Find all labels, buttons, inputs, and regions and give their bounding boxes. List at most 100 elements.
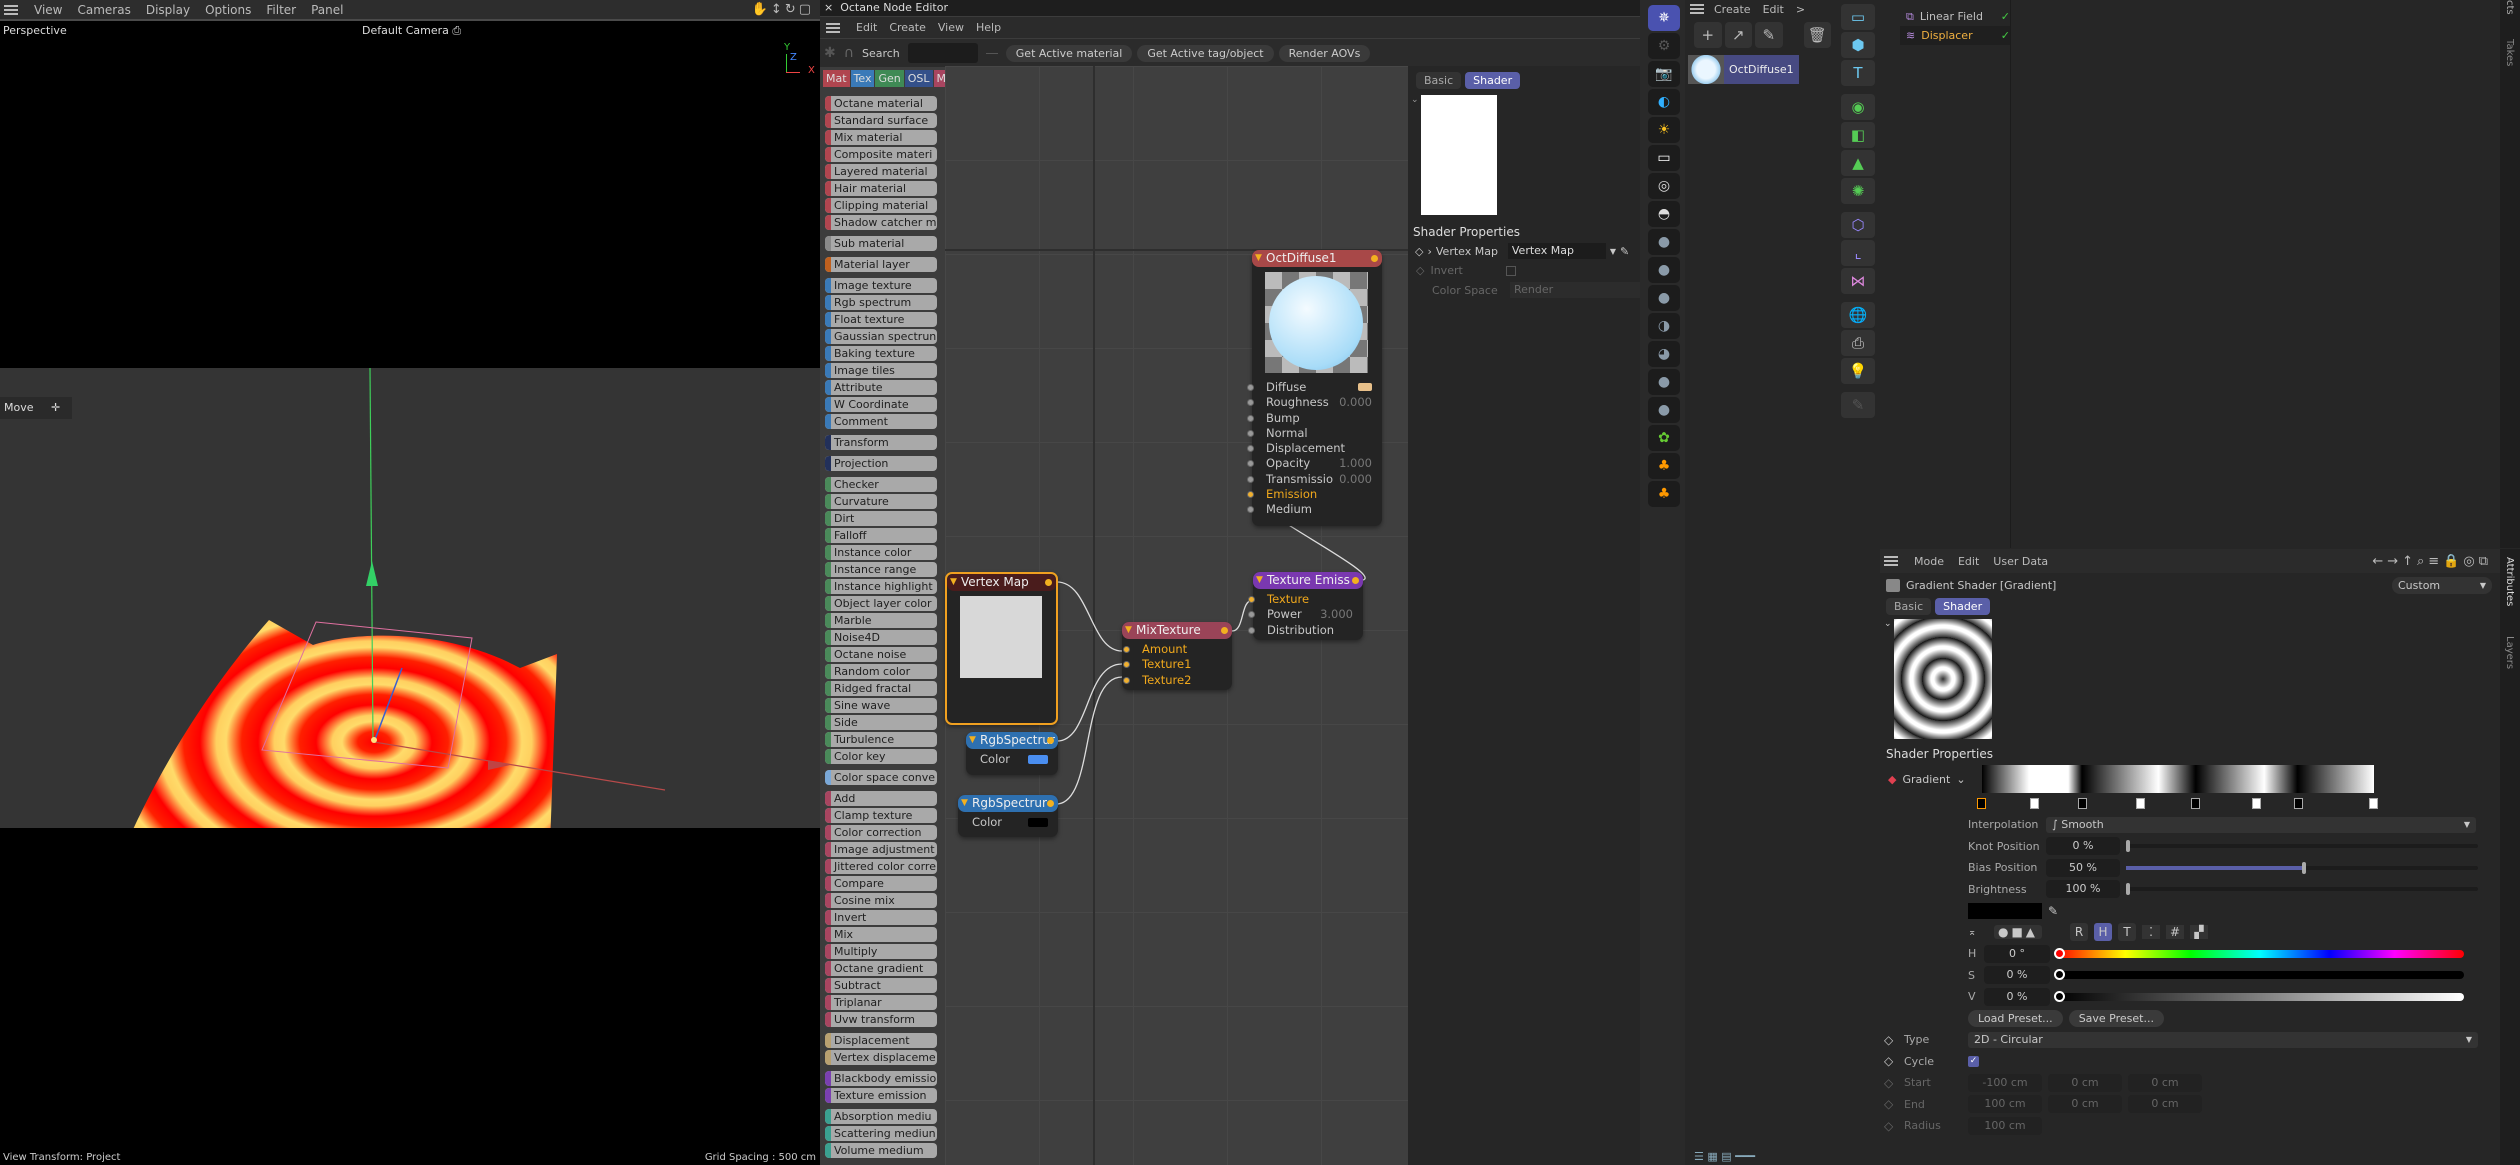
metallic-material-icon[interactable]: ◕ (1648, 341, 1680, 367)
category-tab-mat[interactable]: Mat (823, 70, 850, 87)
cube-icon[interactable]: ⬢ (1841, 32, 1875, 58)
node-list-item[interactable]: Jittered color corre (825, 859, 937, 874)
output-port[interactable] (1371, 255, 1378, 262)
object-row[interactable]: ≋ Displacer ✓ (1900, 26, 2010, 45)
port-transmissio[interactable]: Transmissio 0.000 (1247, 472, 1382, 487)
object-name[interactable]: Linear Field (1920, 10, 1983, 23)
end-field-1[interactable]: 0 cm (2048, 1095, 2122, 1114)
input-port[interactable] (1248, 611, 1255, 619)
node-header[interactable]: OctDiffuse1 (1252, 250, 1382, 267)
target-light-icon[interactable]: ◎ (1648, 173, 1680, 199)
node-list-item[interactable]: Subtract (825, 978, 937, 993)
edit-icon[interactable]: ✎ (1841, 392, 1875, 418)
collapse-icon[interactable]: ⌅ (1968, 927, 1988, 938)
node-list-item[interactable]: Instance highlight (825, 579, 937, 594)
h-field[interactable]: 0 ° (1984, 944, 2050, 963)
port-value[interactable]: 0.000 (1339, 472, 1372, 487)
tab-shader[interactable]: Shader (1465, 72, 1521, 89)
st-camera-icon[interactable]: ⎙ (1841, 330, 1875, 356)
tab-basic[interactable]: Basic (1416, 72, 1462, 89)
subdivision-icon[interactable]: ◉ (1841, 94, 1875, 120)
node-editor-menu-0[interactable]: Edit (856, 21, 877, 34)
gradient-knot[interactable] (2252, 798, 2262, 809)
toolbar-button-1[interactable]: Get Active tag/object (1137, 44, 1274, 62)
node-list-item[interactable]: Color correction (825, 825, 937, 840)
node-list-item[interactable]: Uvw transform (825, 1012, 937, 1027)
port-value[interactable]: 1.000 (1339, 456, 1372, 471)
keyframe-icon[interactable]: ◇ (1884, 1097, 1898, 1111)
node-list-item[interactable]: Transform (825, 435, 937, 450)
port-texture1[interactable]: Texture1 (1123, 657, 1232, 672)
material-menu-2[interactable]: > (1796, 3, 1805, 16)
node-list-item[interactable]: Mix material (825, 130, 937, 145)
tab-attributes[interactable]: Attributes (2504, 557, 2515, 606)
viewport-menu-4[interactable]: Filter (266, 3, 296, 17)
output-port[interactable] (1045, 579, 1052, 586)
node-list-item[interactable]: Color key (825, 749, 937, 764)
keyframe-icon[interactable]: ◇ (1415, 245, 1423, 258)
start-field-0[interactable]: -100 cm (1968, 1073, 2042, 1092)
node-editor-menu-1[interactable]: Create (889, 21, 926, 34)
category-tab-osl[interactable]: OSL (904, 70, 933, 87)
v-field[interactable]: 0 % (1984, 987, 2050, 1006)
output-port[interactable] (1047, 737, 1054, 744)
area-light-icon[interactable]: ▭ (1648, 145, 1680, 171)
port-emission[interactable]: Emission (1247, 487, 1382, 502)
node-list-item[interactable]: W Coordinate (825, 397, 937, 412)
node-list-item[interactable]: Dirt (825, 511, 937, 526)
close-icon[interactable]: × (824, 1, 833, 14)
color-swatch[interactable] (1028, 755, 1048, 764)
material-menu-1[interactable]: Edit (1763, 3, 1784, 16)
color-mode-r[interactable]: R (2070, 923, 2089, 942)
tab-objects[interactable]: cts (2504, 0, 2515, 15)
input-port[interactable] (1247, 506, 1254, 514)
input-port[interactable] (1123, 661, 1130, 669)
port-diffuse[interactable]: Diffuse (1247, 380, 1382, 395)
viewport-canvas[interactable]: Move ✛ (0, 368, 820, 828)
dropdown-icon[interactable]: ▼ (1610, 247, 1616, 256)
tab-basic[interactable]: Basic (1886, 598, 1932, 615)
add-icon[interactable]: + (1694, 22, 1722, 48)
gradient-knot[interactable] (2029, 798, 2039, 809)
node-list-item[interactable]: Instance color (825, 545, 937, 560)
node-list-item[interactable]: Displacement (825, 1033, 937, 1048)
eyedropper-icon[interactable]: ✎ (2048, 904, 2058, 918)
port-value[interactable]: 0.000 (1339, 395, 1372, 410)
check-icon[interactable]: ✓ (2001, 29, 2010, 42)
output-port[interactable] (1221, 627, 1228, 634)
knot-slider[interactable] (2126, 840, 2478, 853)
material-menu-0[interactable]: Create (1714, 3, 1751, 16)
octane-logo-icon[interactable]: ✵ (1648, 5, 1680, 31)
node-list-item[interactable]: Multiply (825, 944, 937, 959)
node-list-item[interactable]: Clipping material (825, 198, 937, 213)
end-field-0[interactable]: 100 cm (1968, 1095, 2042, 1114)
node-header[interactable]: RgbSpectrur (958, 795, 1058, 812)
node-list-item[interactable]: Layered material (825, 164, 937, 179)
node-list-item[interactable]: Gaussian spectrun (825, 329, 937, 344)
universal-material-icon[interactable]: ◑ (1648, 313, 1680, 339)
color-correct-icon[interactable]: ◐ (1648, 89, 1680, 115)
node-list-item[interactable]: Composite materi (825, 147, 937, 162)
menu-icon[interactable] (826, 22, 840, 33)
vertex-map-field[interactable]: Vertex Map (1507, 243, 1606, 259)
node-header[interactable]: RgbSpectrur (966, 732, 1058, 749)
node-list-item[interactable]: Texture emission (825, 1088, 937, 1103)
s-field[interactable]: 0 % (1984, 966, 2050, 985)
port-bump[interactable]: Bump (1247, 411, 1382, 426)
deformer-icon[interactable]: ⋈ (1841, 268, 1875, 294)
start-field-2[interactable]: 0 cm (2128, 1073, 2202, 1092)
radius-field[interactable]: 100 cm (1968, 1116, 2042, 1135)
node-list-item[interactable]: Blackbody emissio (825, 1071, 937, 1086)
object-row[interactable]: ⧉ Linear Field ✓ (1900, 7, 2010, 26)
node-list-item[interactable]: Cosine mix (825, 893, 937, 908)
knot-field[interactable]: 0 % (2046, 837, 2120, 856)
node-list-item[interactable]: Checker (825, 477, 937, 492)
node-list-item[interactable]: Object layer color (825, 596, 937, 611)
diffuse-material-icon[interactable]: ● (1648, 229, 1680, 255)
color-swatch[interactable] (1968, 902, 2042, 919)
node-rgb-spectrum-2[interactable]: RgbSpectrur Color (958, 795, 1058, 837)
gradient-knot[interactable] (2077, 798, 2087, 809)
gradient-knot[interactable] (2369, 798, 2378, 809)
node-list-item[interactable]: Ridged fractal (825, 681, 937, 696)
preset-select[interactable]: Custom ▼ (2392, 577, 2492, 594)
